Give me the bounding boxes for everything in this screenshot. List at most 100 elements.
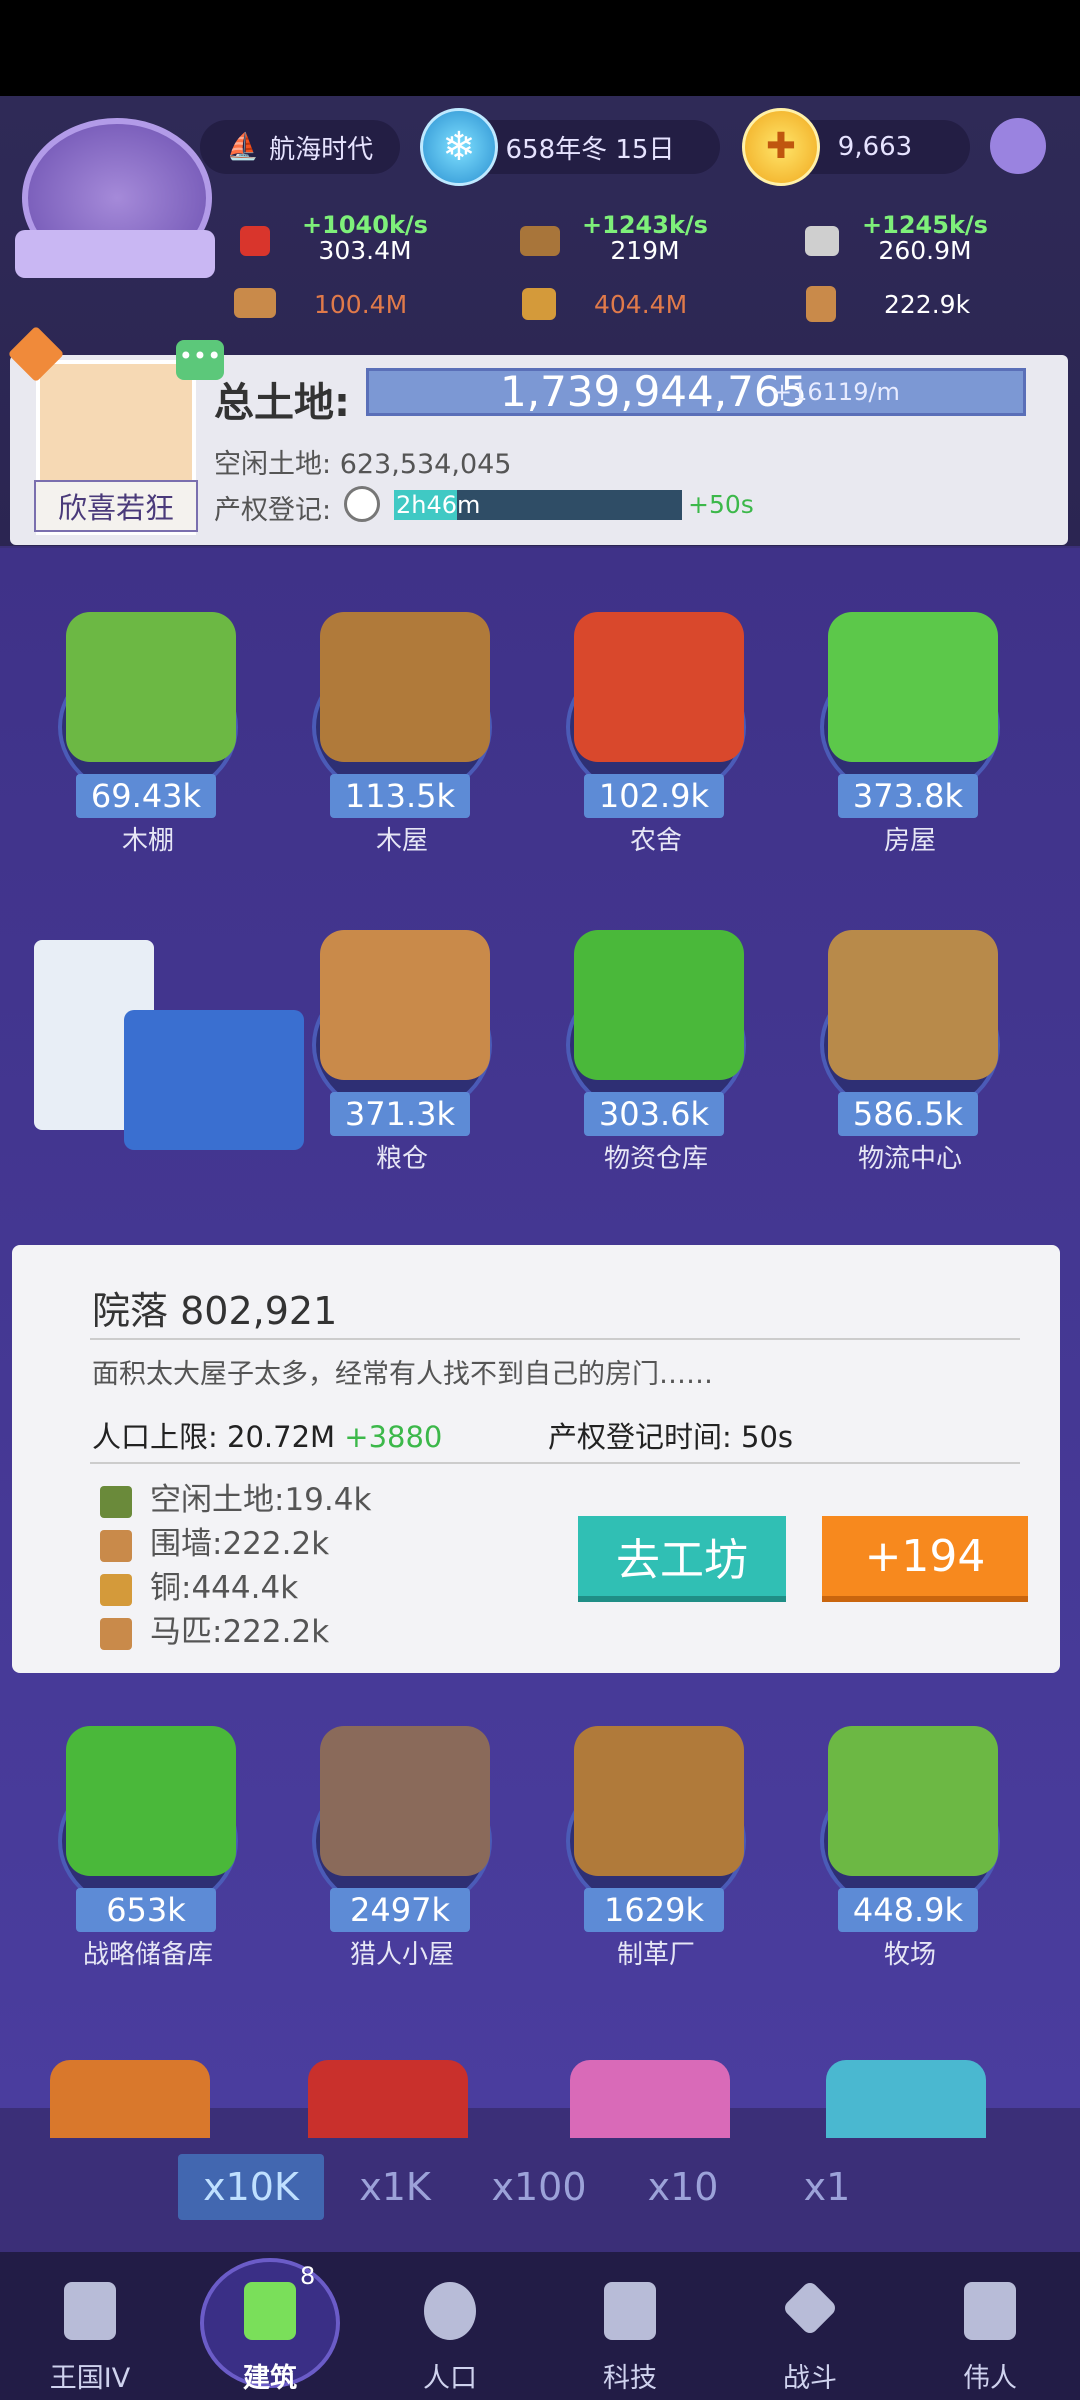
go-to-workshop-button[interactable]: 去工坊 xyxy=(578,1516,786,1602)
grass-icon xyxy=(100,1485,132,1518)
nav-great-people[interactable]: 伟人 xyxy=(900,2252,1080,2400)
cabin-icon xyxy=(320,612,490,762)
partial-building-icon[interactable] xyxy=(50,2060,210,2138)
building-name: 战略储备库 xyxy=(82,1940,213,1970)
building-level: 102.9k xyxy=(584,774,724,818)
book-icon xyxy=(604,2282,656,2340)
nav-battle[interactable]: 战斗 xyxy=(720,2252,900,2400)
nav-label: 伟人 xyxy=(963,2363,1017,2394)
building-name: 制革厂 xyxy=(616,1940,695,1970)
building-card[interactable]: 653k 战略储备库 xyxy=(48,1726,238,1970)
resource-row-bottom: 100.4M 404.4M 222.9k xyxy=(230,278,1070,338)
partial-building-icon[interactable] xyxy=(570,2060,730,2138)
cost-item: 马匹:222.2k xyxy=(100,1606,329,1650)
multiplier-x1k[interactable]: x1K xyxy=(322,2154,468,2220)
multiplier-x10k[interactable]: x10K xyxy=(178,2154,324,2220)
courtyard-building[interactable] xyxy=(14,920,314,1200)
kingdom-ribbon xyxy=(15,230,215,278)
ship-icon: ⛵ xyxy=(226,132,260,162)
castle-icon xyxy=(64,2282,116,2340)
horse-icon xyxy=(100,1617,132,1650)
multiplier-x100[interactable]: x100 xyxy=(466,2154,612,2220)
swords-icon xyxy=(781,2279,839,2337)
stone-resource: +1245k/s 260.9M xyxy=(862,211,988,265)
gold-amount: 9,663 xyxy=(837,132,913,162)
fence-amount: 100.4M xyxy=(314,290,408,319)
building-level: 113.5k xyxy=(330,774,470,818)
building-card[interactable]: 2497k 猎人小屋 xyxy=(302,1726,492,1970)
building-card[interactable]: 69.43k 木棚 xyxy=(48,612,238,856)
fence-icon xyxy=(234,288,276,318)
cost-label: 马匹: xyxy=(150,1614,223,1650)
building-card[interactable]: 1629k 制革厂 xyxy=(556,1726,746,1970)
nav-label: 科技 xyxy=(603,2363,657,2394)
building-level: 2497k xyxy=(330,1888,470,1932)
divider xyxy=(90,1462,1020,1464)
statue-icon xyxy=(964,2282,1016,2340)
building-card[interactable]: 586.5k 物流中心 xyxy=(810,930,1000,1174)
building-level: 586.5k xyxy=(838,1092,978,1136)
building-level: 373.8k xyxy=(838,774,978,818)
building-card[interactable]: 102.9k 农舍 xyxy=(556,612,746,856)
nav-technology[interactable]: 科技 xyxy=(540,2252,720,2400)
person-icon xyxy=(424,2282,476,2340)
multiplier-x10[interactable]: x10 xyxy=(610,2154,756,2220)
ranch-icon xyxy=(828,1726,998,1876)
cost-label: 空闲土地: xyxy=(150,1482,285,1518)
nav-label: 建筑 xyxy=(243,2363,297,2394)
multiplier-x1[interactable]: x1 xyxy=(754,2154,900,2220)
building-card[interactable]: 448.9k 牧场 xyxy=(810,1726,1000,1970)
wood-icon xyxy=(520,226,560,256)
info-description: 面积太大屋子太多，经常有人找不到自己的房门…… xyxy=(92,1359,713,1390)
building-card[interactable]: 371.3k 粮仓 xyxy=(302,930,492,1174)
building-level: 69.43k xyxy=(76,774,216,818)
building-card[interactable]: 373.8k 房屋 xyxy=(810,612,1000,856)
total-land-label: 总土地: xyxy=(214,380,350,426)
idle-land-value: 623,534,045 xyxy=(339,449,512,480)
cost-item: 空闲土地:19.4k xyxy=(100,1474,371,1518)
idle-land: 空闲土地: 623,534,045 xyxy=(214,442,511,481)
nav-population[interactable]: 人口 xyxy=(360,2252,540,2400)
stone-icon xyxy=(805,226,839,256)
farmhouse-icon xyxy=(574,612,744,762)
settings-gear-icon[interactable] xyxy=(990,118,1046,174)
building-card[interactable]: 113.5k 木屋 xyxy=(302,612,492,856)
partial-building-icon[interactable] xyxy=(308,2060,468,2138)
build-courtyard-button[interactable]: +194 xyxy=(822,1516,1028,1602)
registration-time-info: 产权登记时间: 50s xyxy=(548,1414,793,1456)
building-level: 303.6k xyxy=(584,1092,724,1136)
hunter-hut-icon xyxy=(320,1726,490,1876)
status-bar xyxy=(0,0,1080,96)
copper-icon xyxy=(100,1573,132,1606)
building-level: 1629k xyxy=(584,1888,724,1932)
nav-buildings[interactable]: 8 建筑 xyxy=(180,2252,360,2400)
cost-label: 铜: xyxy=(150,1570,192,1606)
era-pill[interactable]: ⛵ 航海时代 xyxy=(200,120,400,174)
apple-icon xyxy=(240,226,270,256)
population-cap-label: 人口上限: xyxy=(92,1420,218,1454)
gold-coin-icon[interactable]: ✚ xyxy=(742,108,820,186)
clock-icon xyxy=(344,486,380,522)
date-pill[interactable]: 658年冬 15日 xyxy=(460,120,720,174)
cost-value: 222.2k xyxy=(222,1614,330,1650)
building-name: 猎人小屋 xyxy=(349,1940,454,1970)
info-title: 院落 802,921 xyxy=(92,1280,337,1335)
registration-time-label: 产权登记时间: xyxy=(548,1420,732,1454)
building-name: 房屋 xyxy=(883,826,936,856)
population-cap-plus: +3880 xyxy=(344,1420,443,1454)
cost-label: 围墙: xyxy=(150,1526,223,1562)
nav-label: 人口 xyxy=(423,2363,477,2394)
multiplier-selector: x10K x1K x100 x10 x1 xyxy=(178,2154,898,2220)
house-icon xyxy=(828,612,998,762)
nav-kingdom[interactable]: 王国IV xyxy=(0,2252,180,2400)
nav-badge: 8 xyxy=(300,2262,316,2290)
registration-bonus: +50s xyxy=(688,490,754,519)
apple-resource: +1040k/s 303.4M xyxy=(302,211,428,265)
building-card[interactable]: 303.6k 物资仓库 xyxy=(556,930,746,1174)
fence-icon xyxy=(100,1529,132,1562)
partial-building-icon[interactable] xyxy=(826,2060,986,2138)
idle-land-label: 空闲土地: xyxy=(214,449,332,480)
population-cap: 人口上限: 20.72M +3880 xyxy=(92,1414,442,1456)
copper-amount: 404.4M xyxy=(594,290,688,319)
granary-icon xyxy=(320,930,490,1080)
